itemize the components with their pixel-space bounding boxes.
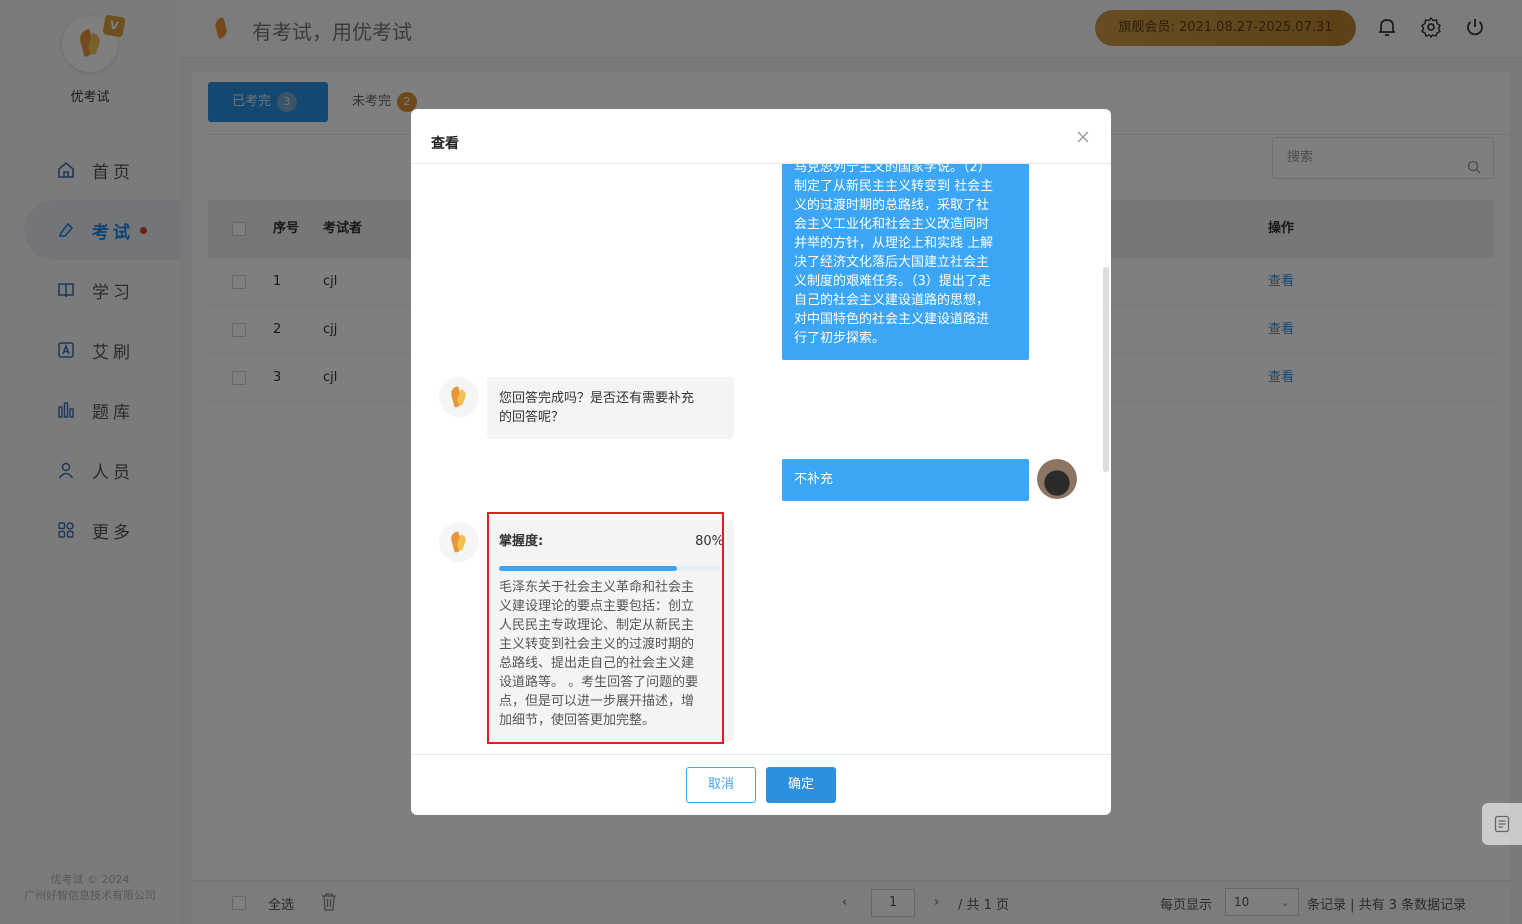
- bot-question-bubble: 您回答完成吗？是否还有需要补充 的回答呢？: [487, 377, 734, 439]
- chat-area: 马克思列宁主义的国家学说。（2） 制定了从新民主主义转变到 社会主 义的过渡时期…: [411, 164, 1111, 754]
- dialog-scrollbar[interactable]: [1103, 267, 1109, 472]
- confirm-button[interactable]: 确定: [766, 767, 836, 803]
- bot-avatar: [439, 377, 479, 417]
- answer-line: 自己的社会主义建设道路的思想，: [794, 293, 990, 308]
- cancel-button[interactable]: 取消: [686, 767, 756, 803]
- user-reply-bubble: 不补充: [782, 459, 1029, 501]
- question-line: 的回答呢？: [499, 410, 565, 425]
- answer-line: 行了初步探索。: [794, 331, 886, 346]
- user-avatar: [1037, 459, 1077, 499]
- answer-line: 并举的方针，从理论上和实践 上解: [794, 236, 994, 251]
- side-float-button[interactable]: [1482, 803, 1522, 845]
- answer-line: 会主义工业化和社会主义改造同时: [794, 217, 990, 232]
- dialog-title: 查看: [431, 136, 459, 152]
- answer-line: 义的过渡时期的总路线，采取了社: [794, 198, 990, 213]
- question-line: 您回答完成吗？是否还有需要补充: [499, 391, 695, 406]
- user-answer-bubble: 马克思列宁主义的国家学说。（2） 制定了从新民主主义转变到 社会主 义的过渡时期…: [782, 164, 1029, 360]
- document-icon: [1494, 815, 1510, 837]
- answer-line: 决了经济文化落后大国建立社会主: [794, 255, 990, 270]
- answer-line: 义制度的艰难任务。（3）提出了走: [794, 274, 991, 289]
- dialog-footer-divider: [411, 754, 1111, 755]
- highlight-box: [487, 512, 724, 744]
- answer-line: 对中国特色的社会主义建设道路进: [794, 312, 990, 327]
- close-icon[interactable]: [1075, 129, 1091, 145]
- reply-text: 不补充: [794, 472, 834, 487]
- view-dialog: 查看 马克思列宁主义的国家学说。（2） 制定了从新民主主义转变到 社会主 义的过…: [411, 109, 1111, 815]
- bot-avatar: [439, 522, 479, 562]
- answer-line: 马克思列宁主义的国家学说。（2）: [794, 164, 991, 175]
- answer-line: 制定了从新民主主义转变到 社会主: [794, 179, 994, 194]
